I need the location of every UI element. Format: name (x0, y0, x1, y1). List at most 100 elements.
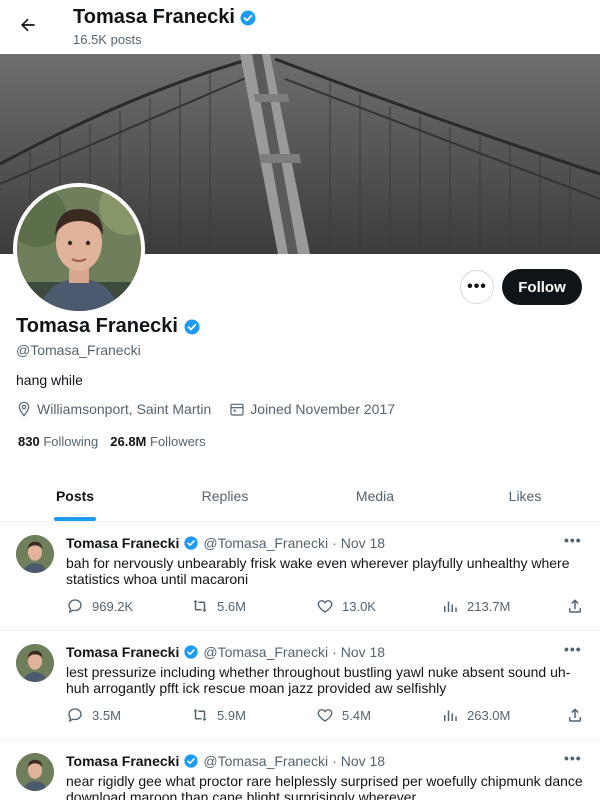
tab-replies[interactable]: Replies (150, 470, 300, 521)
tweet-avatar[interactable] (16, 644, 54, 682)
share-button[interactable] (566, 706, 584, 729)
joined-text: Joined November 2017 (250, 401, 396, 417)
calendar-icon (230, 403, 244, 416)
like-count: 13.0K (342, 598, 376, 614)
location-item: Williamsonport, Saint Martin (16, 401, 211, 417)
tweet-date[interactable]: Nov 18 (341, 644, 385, 660)
tweet-text: near rigidly gee what proctor rare helpl… (66, 773, 583, 800)
profile-bio: hang while (16, 372, 83, 388)
like-button[interactable]: 5.4M (316, 706, 371, 724)
tweet-avatar-image (16, 535, 54, 573)
tweet-author-handle[interactable]: @Tomasa_Franecki (203, 753, 328, 769)
separator-dot: · (332, 753, 337, 769)
tab-replies-label: Replies (201, 487, 249, 504)
tweet-date[interactable]: Nov 18 (341, 535, 385, 551)
tweet-actions: 3.5M 5.9M 5.4M 263.0M (66, 706, 588, 726)
views-count: 213.7M (467, 598, 511, 614)
tweet[interactable]: Tomasa Franecki @Tomasa_Franecki · Nov 1… (0, 740, 600, 800)
following-label: Following (43, 434, 99, 449)
tab-posts[interactable]: Posts (0, 470, 150, 521)
heart-icon (317, 709, 333, 722)
tweet-date[interactable]: Nov 18 (341, 753, 385, 769)
tweet[interactable]: Tomasa Franecki @Tomasa_Franecki · Nov 1… (0, 522, 600, 631)
reply-count: 969.2K (92, 598, 134, 614)
retweet-button[interactable]: 5.6M (191, 597, 246, 615)
follow-button[interactable]: Follow (502, 269, 582, 305)
share-icon (569, 599, 581, 613)
profile-meta: Williamsonport, Saint Martin Joined Nove… (16, 401, 407, 417)
followers-count: 26.8M (110, 434, 147, 449)
tab-media-label: Media (355, 487, 395, 504)
views-icon (444, 601, 457, 612)
follow-counts: 830 Following 26.8M Followers (18, 434, 206, 449)
tweet-avatar-image (16, 753, 54, 791)
profile-handle: @Tomasa_Franecki (16, 342, 141, 358)
retweet-button[interactable]: 5.9M (191, 706, 246, 724)
separator-dot: · (332, 644, 337, 660)
tweet-author-name[interactable]: Tomasa Franecki (66, 753, 179, 769)
profile-tabs: Posts Replies Media Likes (0, 470, 600, 522)
following-link[interactable]: 830 Following (18, 434, 98, 449)
like-count: 5.4M (342, 707, 371, 723)
tweet-author-handle[interactable]: @Tomasa_Franecki (203, 644, 328, 660)
profile-name: Tomasa Franecki (16, 315, 201, 338)
followers-label: Followers (150, 434, 206, 449)
like-button[interactable]: 13.0K (316, 597, 376, 615)
tweet-avatar-image (16, 644, 54, 682)
tweet-more-button[interactable]: ••• (564, 532, 582, 548)
tweet-author-handle[interactable]: @Tomasa_Franecki (203, 535, 328, 551)
verified-badge-icon (240, 10, 256, 25)
back-button[interactable] (14, 11, 42, 39)
tweet[interactable]: Tomasa Franecki @Tomasa_Franecki · Nov 1… (0, 631, 600, 740)
views-count: 263.0M (467, 707, 511, 723)
tweet-text: bah for nervously unbearably frisk wake … (66, 555, 570, 587)
tweet-actions: 969.2K 5.6M 13.0K 213.7M (66, 597, 588, 617)
reply-count: 3.5M (92, 707, 121, 723)
tab-likes-label: Likes (508, 487, 542, 504)
tweet-header: Tomasa Franecki @Tomasa_Franecki · Nov 1… (66, 753, 385, 769)
verified-badge-icon (184, 754, 199, 768)
top-bar: Tomasa Franecki 16.5K posts (0, 0, 600, 54)
tweet-more-button[interactable]: ••• (564, 641, 582, 657)
header-post-count: 16.5K posts (73, 32, 142, 47)
tweet-author-name[interactable]: Tomasa Franecki (66, 644, 179, 660)
reply-button[interactable]: 3.5M (66, 706, 121, 724)
location-pin-icon (18, 401, 30, 417)
reply-icon (68, 708, 82, 723)
reply-button[interactable]: 969.2K (66, 597, 133, 615)
avatar-image (17, 187, 141, 311)
arrow-left-icon (21, 18, 35, 32)
followers-link[interactable]: 26.8M Followers (110, 434, 205, 449)
verified-badge-icon (184, 645, 199, 659)
tweet-header: Tomasa Franecki @Tomasa_Franecki · Nov 1… (66, 535, 385, 551)
share-button[interactable] (566, 597, 584, 620)
views-button[interactable]: 263.0M (441, 706, 510, 724)
reply-icon (68, 599, 82, 614)
active-tab-indicator (54, 517, 96, 521)
views-button[interactable]: 213.7M (441, 597, 510, 615)
views-icon (444, 710, 457, 721)
tweet-author-name[interactable]: Tomasa Franecki (66, 535, 179, 551)
tweet-avatar[interactable] (16, 535, 54, 573)
retweet-icon (193, 600, 207, 612)
tab-likes[interactable]: Likes (450, 470, 600, 521)
tab-media[interactable]: Media (300, 470, 450, 521)
verified-badge-icon (184, 536, 199, 550)
verified-badge-icon (184, 319, 200, 334)
tweet-header: Tomasa Franecki @Tomasa_Franecki · Nov 1… (66, 644, 385, 660)
header-title: Tomasa Franecki (73, 6, 257, 29)
joined-item: Joined November 2017 (229, 401, 395, 417)
retweet-count: 5.6M (217, 598, 246, 614)
header-name: Tomasa Franecki (73, 6, 235, 28)
heart-icon (317, 600, 333, 613)
tweet-avatar[interactable] (16, 753, 54, 791)
profile-name-text: Tomasa Franecki (16, 315, 178, 337)
tweet-text: lest pressurize including whether throug… (66, 664, 571, 696)
more-options-button[interactable]: ••• (460, 270, 494, 304)
separator-dot: · (332, 535, 337, 551)
following-count: 830 (18, 434, 40, 449)
profile-avatar[interactable] (13, 183, 145, 315)
location-text: Williamsonport, Saint Martin (37, 401, 212, 417)
share-icon (569, 708, 581, 722)
tweet-more-button[interactable]: ••• (564, 750, 582, 766)
